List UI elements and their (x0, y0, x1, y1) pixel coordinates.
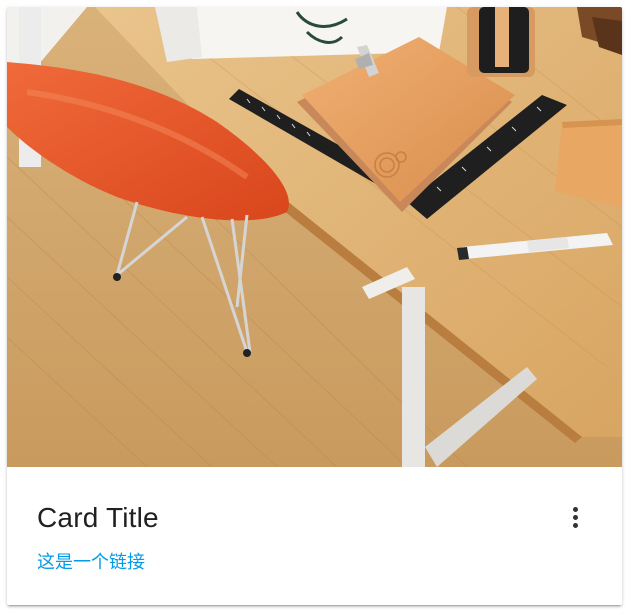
card: Card Title 这是一个链接 (7, 7, 622, 605)
card-image (7, 7, 622, 467)
dot (572, 514, 578, 520)
card-title: Card Title (37, 502, 159, 533)
dot (572, 506, 578, 512)
card-link[interactable]: 这是一个链接 (37, 552, 145, 574)
more-vert-icon[interactable] (563, 501, 587, 533)
card-content: Card Title 这是一个链接 (7, 467, 622, 605)
dot (572, 522, 578, 528)
